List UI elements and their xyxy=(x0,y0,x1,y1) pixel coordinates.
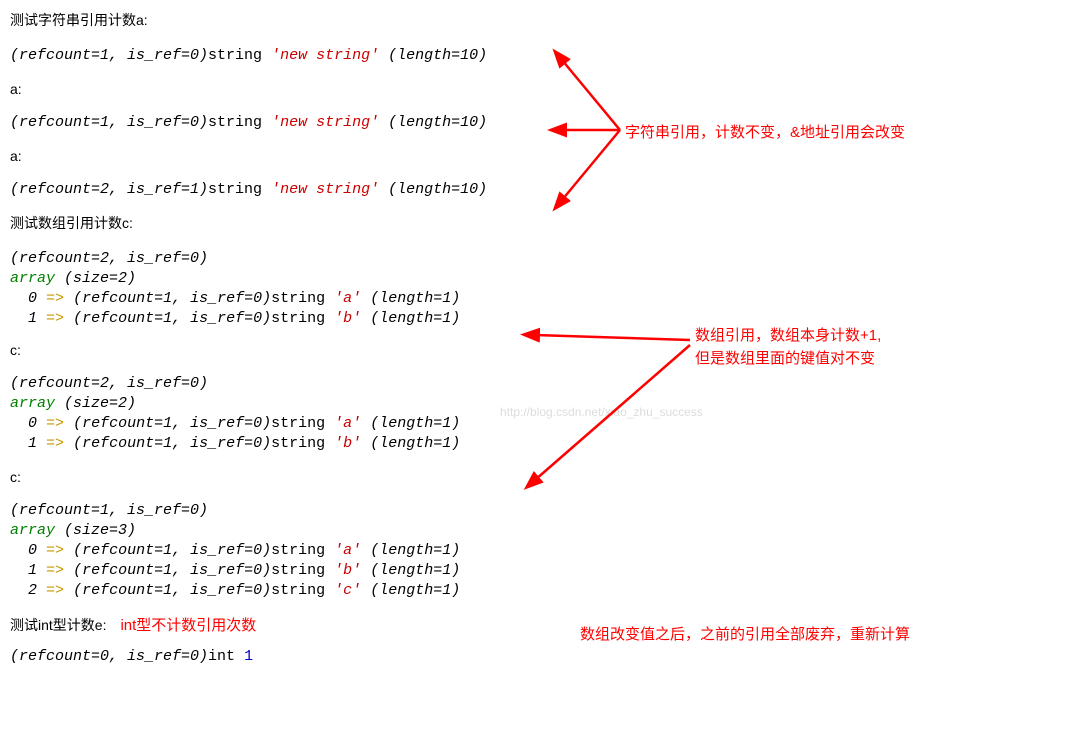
s2-l1: (refcount=2, is_ref=0) xyxy=(10,250,1070,267)
s2-arr: array (size=2) xyxy=(10,270,1070,287)
s4-row1: 1 => (refcount=1, is_ref=0)string 'b' (l… xyxy=(10,562,1070,579)
watermark-text: http://blog.csdn.net/xiao_zhu_success xyxy=(500,405,703,419)
s3-l1: (refcount=2, is_ref=0) xyxy=(10,375,1070,392)
s2-row0: 0 => (refcount=1, is_ref=0)string 'a' (l… xyxy=(10,290,1070,307)
s4-arr: array (size=3) xyxy=(10,522,1070,539)
anno-int: int型不计数引用次数 xyxy=(120,614,256,635)
s1-line1: (refcount=1, is_ref=0)string 'new string… xyxy=(10,47,1070,64)
annotation-array-change: 数组改变值之后，之前的引用全部废弃，重新计算 xyxy=(580,624,910,647)
annotation-string-ref: 字符串引用，计数不变，&地址引用会改变 xyxy=(625,122,905,145)
annotation-array-ref: 数组引用，数组本身计数+1, 但是数组里面的键值对不变 xyxy=(695,325,881,370)
s2-row1: 1 => (refcount=1, is_ref=0)string 'b' (l… xyxy=(10,310,1070,327)
section2-header: 测试数组引用计数c: xyxy=(10,213,1070,233)
s1-line3: (refcount=2, is_ref=1)string 'new string… xyxy=(10,181,1070,198)
s1-line2: (refcount=1, is_ref=0)string 'new string… xyxy=(10,114,1070,131)
labelC3: c: xyxy=(10,469,1070,485)
section5-header: 测试int型计数e: xyxy=(10,615,106,635)
s1-labelA2: a: xyxy=(10,81,1070,97)
s5-l1: (refcount=0, is_ref=0)int 1 xyxy=(10,648,1070,665)
s4-l1: (refcount=1, is_ref=0) xyxy=(10,502,1070,519)
s3-row1: 1 => (refcount=1, is_ref=0)string 'b' (l… xyxy=(10,435,1070,452)
labelC2: c: xyxy=(10,342,1070,358)
zhihu-credit: 知乎 @PHP中高级进阶 xyxy=(886,713,1062,738)
zhihu-icon xyxy=(834,716,860,742)
section1-header: 测试字符串引用计数a: xyxy=(10,10,1070,30)
s4-row2: 2 => (refcount=1, is_ref=0)string 'c' (l… xyxy=(10,582,1070,599)
s1-labelA3: a: xyxy=(10,148,1070,164)
s4-row0: 0 => (refcount=1, is_ref=0)string 'a' (l… xyxy=(10,542,1070,559)
